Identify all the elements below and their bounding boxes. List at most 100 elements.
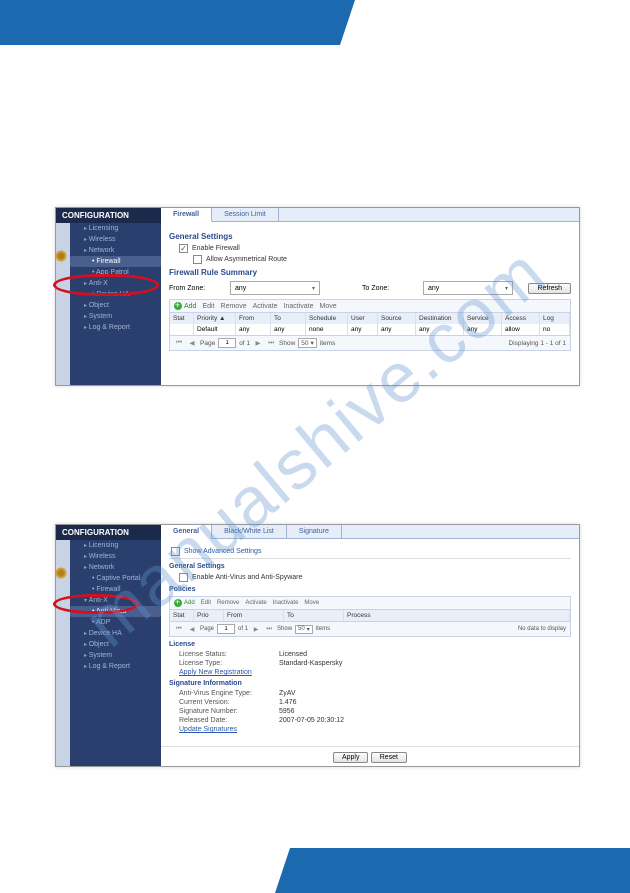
value-license-type: Standard-Kaspersky xyxy=(279,660,342,667)
chevron-down-icon: ▾ xyxy=(312,285,315,292)
tab-bwlist[interactable]: Black/White List xyxy=(212,525,287,538)
value-license-status: Licensed xyxy=(279,651,307,658)
pager-size-select[interactable]: 50▾ xyxy=(298,338,317,348)
toolbar-move[interactable]: Move xyxy=(319,303,336,310)
toolbar-move[interactable]: Move xyxy=(304,600,319,606)
sidebar-item-object[interactable]: Object xyxy=(70,300,161,311)
sidebar-title: CONFIGURATION xyxy=(56,525,161,540)
value-current-version: 1.476 xyxy=(279,699,297,706)
policies-table: Stat Prio From To Process xyxy=(169,609,571,622)
pager-last[interactable]: ⏭ xyxy=(264,624,274,634)
sidebar-item-adp[interactable]: ADP xyxy=(70,617,161,628)
sidebar-title: CONFIGURATION xyxy=(56,208,161,223)
bottom-buttons: Apply Reset xyxy=(161,746,579,766)
screenshot-firewall: CONFIGURATION Licensing Wireless Network… xyxy=(55,207,580,386)
tab-session-limit[interactable]: Session Limit xyxy=(212,208,279,221)
pager-first[interactable]: ⏮ xyxy=(174,338,184,348)
pager-display-text: Displaying 1 - 1 of 1 xyxy=(509,340,566,347)
value-sig-number: 5956 xyxy=(279,708,295,715)
sidebar-item-licensing[interactable]: Licensing xyxy=(70,540,161,551)
sidebar-item-system[interactable]: System xyxy=(70,650,161,661)
check-icon xyxy=(179,244,188,253)
sidebar-item-anti-x[interactable]: Anti-X xyxy=(70,595,161,606)
checkbox-enable-firewall[interactable]: Enable Firewall xyxy=(179,244,571,253)
toolbar-activate[interactable]: Activate xyxy=(245,600,266,606)
sidebar-item-wireless[interactable]: Wireless xyxy=(70,234,161,245)
policies-toolbar: Add Edit Remove Activate Inactivate Move xyxy=(169,596,571,609)
main-panel: General Black/White List Signature Show … xyxy=(161,525,579,766)
sidebar-item-network[interactable]: Network xyxy=(70,245,161,256)
pager: ⏮ ◀ Page of 1 ▶ ⏭ Show 50▾ items No data… xyxy=(169,622,571,637)
label-license-type: License Type: xyxy=(179,660,279,667)
sidebar-item-wireless[interactable]: Wireless xyxy=(70,551,161,562)
label-released-date: Released Date: xyxy=(179,717,279,724)
apply-button[interactable]: Apply xyxy=(333,752,369,763)
pager-next[interactable]: ▶ xyxy=(253,338,263,348)
tab-bar: Firewall Session Limit xyxy=(161,208,579,222)
select-to-zone[interactable]: any▾ xyxy=(423,281,513,295)
pager-first[interactable]: ⏮ xyxy=(174,624,184,634)
check-icon xyxy=(193,255,202,264)
toolbar-add[interactable]: Add xyxy=(174,599,195,607)
pager-prev[interactable]: ◀ xyxy=(187,338,197,348)
sidebar-item-log-report[interactable]: Log & Report xyxy=(70,322,161,333)
sidebar-item-anti-x[interactable]: Anti-X xyxy=(70,278,161,289)
tab-signature[interactable]: Signature xyxy=(287,525,342,538)
toolbar-activate[interactable]: Activate xyxy=(253,303,278,310)
toolbar-inactivate[interactable]: Inactivate xyxy=(273,600,299,606)
chevron-down-icon: ▾ xyxy=(505,285,508,292)
sidebar-item-network[interactable]: Network xyxy=(70,562,161,573)
toolbar-edit[interactable]: Edit xyxy=(202,303,214,310)
table-row[interactable]: Default any any none any any any any all… xyxy=(170,324,570,335)
gear-icon xyxy=(54,249,70,265)
sidebar-item-device-ha[interactable]: Device HA xyxy=(70,628,161,639)
pager-prev[interactable]: ◀ xyxy=(187,624,197,634)
tab-firewall[interactable]: Firewall xyxy=(161,208,212,222)
sidebar-iconcol xyxy=(56,540,70,766)
sidebar-item-licensing[interactable]: Licensing xyxy=(70,223,161,234)
sidebar-item-system[interactable]: System xyxy=(70,311,161,322)
table-header: Stat Priority ▲ From To Schedule User So… xyxy=(170,313,570,324)
sidebar-item-firewall[interactable]: Firewall xyxy=(70,584,161,595)
toolbar-edit[interactable]: Edit xyxy=(201,600,211,606)
toolbar-remove[interactable]: Remove xyxy=(217,600,239,606)
sidebar-item-antivirus[interactable]: Anti-Virus xyxy=(70,606,161,617)
checkbox-asym-route[interactable]: Allow Asymmetrical Route xyxy=(193,255,571,264)
link-update-signatures[interactable]: Update Signatures xyxy=(179,726,237,733)
section-signature: Signature Information xyxy=(169,680,571,687)
sidebar: CONFIGURATION Licensing Wireless Network… xyxy=(56,525,161,766)
refresh-button[interactable]: Refresh xyxy=(528,283,571,294)
link-apply-registration[interactable]: Apply New Registration xyxy=(179,669,252,676)
table-toolbar: Add Edit Remove Activate Inactivate Move xyxy=(169,299,571,312)
pager-next[interactable]: ▶ xyxy=(251,624,261,634)
sidebar-item-firewall[interactable]: Firewall xyxy=(70,256,161,267)
sidebar-item-captive[interactable]: Captive Portal xyxy=(70,573,161,584)
toolbar-remove[interactable]: Remove xyxy=(221,303,247,310)
toolbar-add[interactable]: Add xyxy=(174,302,196,310)
sidebar-item-app-patrol[interactable]: App Patrol xyxy=(70,267,161,278)
sidebar-item-log-report[interactable]: Log & Report xyxy=(70,661,161,672)
pager-page-input[interactable] xyxy=(218,338,236,348)
label-to-zone: To Zone: xyxy=(362,285,417,292)
section-policies: Policies xyxy=(169,586,571,593)
reset-button[interactable]: Reset xyxy=(371,752,407,763)
sidebar-item-object[interactable]: Object xyxy=(70,639,161,650)
show-advanced-settings[interactable]: Show Advanced Settings xyxy=(171,547,571,556)
chevron-down-icon: ▾ xyxy=(307,626,310,633)
label-engine-type: Anti-Virus Engine Type: xyxy=(179,690,279,697)
pager-last[interactable]: ⏭ xyxy=(266,338,276,348)
select-from-zone[interactable]: any▾ xyxy=(230,281,320,295)
section-general: General Settings xyxy=(169,232,571,241)
check-icon xyxy=(171,547,180,556)
toolbar-inactivate[interactable]: Inactivate xyxy=(284,303,314,310)
main-panel: Firewall Session Limit General Settings … xyxy=(161,208,579,385)
sidebar-item-device-ha[interactable]: Device HA xyxy=(70,289,161,300)
page-header-bar xyxy=(0,0,340,45)
pager-page-input[interactable] xyxy=(217,624,235,634)
label-sig-number: Signature Number: xyxy=(179,708,279,715)
chevron-down-icon: ▾ xyxy=(311,339,314,347)
tab-general[interactable]: General xyxy=(161,525,212,539)
tab-bar: General Black/White List Signature xyxy=(161,525,579,539)
checkbox-enable-av[interactable]: Enable Anti-Virus and Anti-Spyware xyxy=(179,573,571,582)
pager-size-select[interactable]: 50▾ xyxy=(295,625,313,634)
